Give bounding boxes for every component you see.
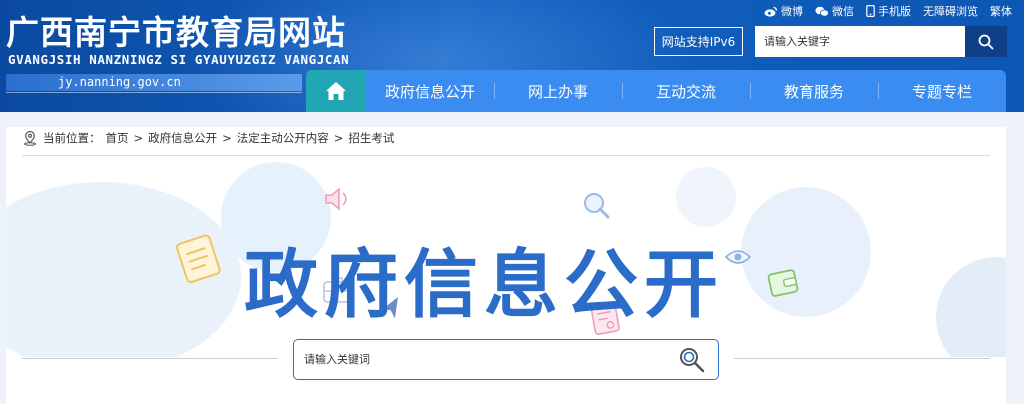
breadcrumb-home[interactable]: 首页: [106, 130, 129, 146]
traditional-label: 繁体: [990, 5, 1012, 18]
search-icon: [680, 348, 705, 373]
top-links: 微博 微信 手机版 无障碍浏览 繁体: [764, 3, 1012, 19]
breadcrumb-current[interactable]: 招生考试: [348, 130, 394, 146]
magnifier-icon: [584, 193, 610, 219]
nav-item-online-services[interactable]: 网上办事: [494, 70, 622, 112]
breadcrumb-gov-info[interactable]: 政府信息公开: [148, 130, 217, 146]
domain-bar: jy.nanning.gov.cn: [6, 74, 302, 91]
banner-search: [293, 339, 719, 380]
breadcrumb-divider: [22, 155, 990, 156]
nav-item-education-services[interactable]: 教育服务: [750, 70, 878, 112]
header-search: [755, 26, 1007, 57]
banner-search-button[interactable]: [678, 346, 708, 374]
breadcrumb-separator: >: [333, 131, 344, 145]
search-icon: [978, 34, 994, 49]
nav-item-interaction[interactable]: 互动交流: [622, 70, 750, 112]
accessibility-label: 无障碍浏览: [923, 5, 978, 18]
banner-search-input[interactable]: [294, 340, 664, 379]
banner: 政府信息公开: [6, 157, 1006, 357]
mobile-icon: [866, 5, 875, 17]
nav-item-special-topics[interactable]: 专题专栏: [878, 70, 1006, 112]
main-content: 当前位置： 首页 > 政府信息公开 > 法定主动公开内容 > 招生考试 政府信息…: [6, 127, 1006, 404]
site-title: 广西南宁市教育局网站: [6, 13, 346, 52]
domain-divider: [6, 92, 302, 93]
site-subtitle: GVANGJSIH NANZNINGZ SI GYAUYUZGIZ VANGJC…: [8, 52, 350, 67]
weibo-link[interactable]: 微博: [764, 3, 803, 19]
header-search-button[interactable]: [965, 26, 1007, 57]
domain-text: jy.nanning.gov.cn: [58, 75, 181, 89]
traditional-chinese-link[interactable]: 繁体: [990, 3, 1012, 19]
header-search-input[interactable]: [755, 26, 965, 57]
wallet-icon: [767, 269, 799, 297]
wechat-icon: [815, 6, 829, 17]
nav-item-gov-info[interactable]: 政府信息公开: [366, 70, 494, 112]
nav-home[interactable]: [306, 70, 366, 112]
weibo-label: 微博: [781, 5, 803, 18]
location-icon: [24, 130, 36, 146]
banner-title: 政府信息公开: [244, 242, 724, 328]
ipv6-badge[interactable]: 网站支持IPv6: [654, 27, 743, 56]
wechat-link[interactable]: 微信: [815, 3, 854, 19]
weibo-icon: [764, 6, 778, 17]
breadcrumb-prefix: 当前位置：: [43, 131, 101, 145]
accessibility-link[interactable]: 无障碍浏览: [923, 3, 978, 19]
breadcrumb-separator: >: [133, 131, 144, 145]
wechat-label: 微信: [832, 5, 854, 18]
breadcrumb-separator: >: [222, 131, 232, 145]
breadcrumb: 当前位置： 首页 > 政府信息公开 > 法定主动公开内容 > 招生考试: [22, 130, 394, 146]
right-divider: [734, 358, 990, 359]
home-icon: [326, 82, 346, 100]
breadcrumb-statutory[interactable]: 法定主动公开内容: [237, 130, 329, 146]
mobile-link[interactable]: 手机版: [866, 3, 911, 19]
main-nav: 政府信息公开 网上办事 互动交流 教育服务 专题专栏: [306, 70, 1006, 112]
mobile-label: 手机版: [878, 5, 911, 18]
left-divider: [22, 358, 278, 359]
